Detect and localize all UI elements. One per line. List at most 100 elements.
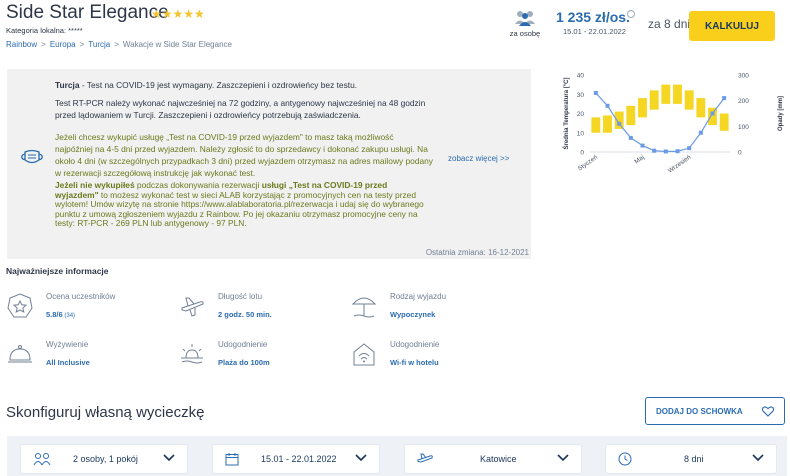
last-change: Ostatnia zmiana: 16-12-2021 — [425, 248, 529, 257]
precipitation-point — [698, 130, 703, 135]
covid-line-1: Turcja - Test na COVID-19 jest wymagany.… — [55, 80, 358, 90]
y-left-tick-label: 30 — [577, 92, 585, 99]
hotel-stars: ★★★★★ — [151, 7, 205, 21]
feature-value: Plaża do 100m — [218, 358, 270, 367]
temperature-bar — [661, 84, 671, 104]
feature-key: Udogodnienie — [390, 340, 440, 349]
feature-key: Rodzaj wyjazdu — [390, 292, 447, 301]
precipitation-point — [652, 148, 657, 153]
breadcrumb: Rainbow > Europa > Turcja > Wakacje w Si… — [6, 40, 232, 49]
precipitation-point — [593, 90, 598, 95]
temperature-bar — [638, 98, 647, 118]
configure-title: Skonfiguruj własną wycieczkę — [6, 404, 205, 421]
beach-umbrella-icon — [351, 297, 377, 318]
precipitation-point — [640, 143, 645, 148]
temperature-bar — [684, 90, 694, 110]
y-right-tick-label: 200 — [738, 98, 749, 105]
feature-value: All Inclusive — [46, 358, 90, 367]
see-more-link[interactable]: zobacz więcej >> — [448, 154, 509, 163]
y-left-axis-title: Średnia Temperatura [°C] — [563, 78, 570, 150]
heart-icon — [762, 406, 774, 417]
calendar-icon — [225, 453, 239, 466]
y-left-tick-label: 0 — [580, 150, 584, 157]
feature-key: Wyżywienie — [46, 340, 89, 349]
breadcrumb-item-europa[interactable]: Europa — [50, 40, 76, 49]
precipitation-point — [722, 96, 727, 101]
people-icon — [515, 11, 535, 26]
temperature-bar — [603, 115, 612, 133]
calculate-button[interactable]: KALKULUJ — [689, 11, 775, 41]
y-right-tick-label: 0 — [738, 150, 742, 157]
rating-badge-icon — [7, 293, 33, 318]
feature-wifi: Udogodnienie Wi-fi w hotelu — [350, 340, 510, 376]
mask-icon — [21, 149, 43, 164]
precipitation-point — [687, 146, 692, 151]
configure-bar: 2 osoby, 1 pokój 15.01 - 22.01.2022 Kato… — [7, 436, 787, 476]
y-left-tick-label: 10 — [577, 130, 585, 137]
feature-value: Wypoczynek — [390, 310, 436, 319]
dates-select[interactable]: 15.01 - 22.01.2022 — [212, 444, 380, 474]
precipitation-point — [617, 121, 622, 126]
breadcrumb-item-current: Wakacje w Side Star Elegance — [122, 40, 232, 49]
food-cloche-icon — [8, 345, 32, 363]
feature-flight: Długość lotu 2 godz. 50 min. — [178, 292, 338, 328]
persons-selector[interactable]: za osobę — [505, 10, 545, 38]
temperature-bar — [614, 111, 624, 129]
y-right-tick-label: 100 — [738, 124, 749, 131]
precipitation-point — [710, 111, 715, 116]
temperature-bar — [626, 105, 636, 126]
x-tick-label: Wrzesień — [667, 154, 693, 175]
duration-select[interactable]: 8 dni — [605, 444, 777, 474]
temperature-bar — [649, 90, 659, 110]
climate-chart: 0 10 20 30 40 0 100 200 300 Średnia Temperatura [… — [563, 73, 784, 175]
plane-icon — [417, 453, 433, 463]
chevron-down-icon — [752, 454, 764, 462]
persons-select[interactable]: 2 osoby, 1 pokój — [20, 444, 188, 474]
clock-icon — [618, 452, 632, 466]
rating-link[interactable]: 5.8/6 (34) — [46, 310, 75, 319]
precipitation-point — [675, 149, 680, 154]
precipitation-point — [628, 135, 633, 140]
feature-rating: Ocena uczestników 5.8/6 (34) — [6, 292, 166, 328]
persons-label: za osobę — [509, 29, 541, 38]
people-icon — [33, 453, 51, 466]
covid-info-box: Turcja - Test na COVID-19 jest wymagany.… — [7, 69, 531, 259]
covid-line-2: Test RT-PCR należy wykonać najwcześniej … — [55, 98, 426, 120]
sun-icon — [181, 344, 203, 364]
departure-value: Katowice — [480, 454, 517, 464]
price: 1 235 zł/os. — [556, 9, 630, 25]
add-to-wishlist-label: DODAJ DO SCHOWKA — [656, 406, 743, 416]
covid-line-4: Jeżeli nie wykupiłeś podczas dokonywania… — [55, 180, 424, 228]
feature-board: Wyżywienie All Inclusive — [6, 340, 166, 376]
departure-select[interactable]: Katowice — [404, 444, 582, 474]
y-left-tick-label: 20 — [577, 111, 585, 118]
add-to-wishlist-button[interactable]: DODAJ DO SCHOWKA — [645, 397, 785, 425]
precipitation-point — [663, 149, 668, 154]
temperature-bar — [696, 98, 706, 118]
y-left-tick-label: 40 — [577, 73, 585, 80]
temperature-bar — [719, 113, 729, 131]
plane-icon — [181, 297, 204, 317]
breadcrumb-separator: > — [114, 40, 119, 49]
breadcrumb-item-rainbow[interactable]: Rainbow — [6, 40, 37, 49]
info-icon[interactable] — [627, 10, 635, 18]
y-right-axis-title: Opady [mm] — [778, 96, 784, 131]
feature-trip-type: Rodzaj wyjazdu Wypoczynek — [350, 292, 510, 328]
x-tick-label: Maj — [633, 154, 645, 166]
y-right-tick-label: 300 — [738, 73, 749, 80]
price-dates: 15.01 - 22.01.2022 — [563, 27, 626, 36]
breadcrumb-separator: > — [41, 40, 46, 49]
temperature-bar — [591, 117, 601, 133]
feature-value: Wi-fi w hotelu — [390, 358, 439, 367]
feature-key: Ocena uczestników — [46, 292, 116, 301]
persons-value: 2 osoby, 1 pokój — [73, 454, 138, 464]
chevron-down-icon — [557, 454, 569, 462]
hotel-title: Side Star Elegance — [6, 2, 169, 23]
precipitation-point — [605, 103, 610, 108]
chevron-down-icon — [355, 454, 367, 462]
breadcrumb-item-turcja[interactable]: Turcja — [88, 40, 110, 49]
days-label: za 8 dni — [648, 17, 691, 31]
temperature-bar — [673, 84, 682, 104]
feature-key: Długość lotu — [218, 292, 263, 301]
chevron-down-icon — [163, 454, 175, 462]
